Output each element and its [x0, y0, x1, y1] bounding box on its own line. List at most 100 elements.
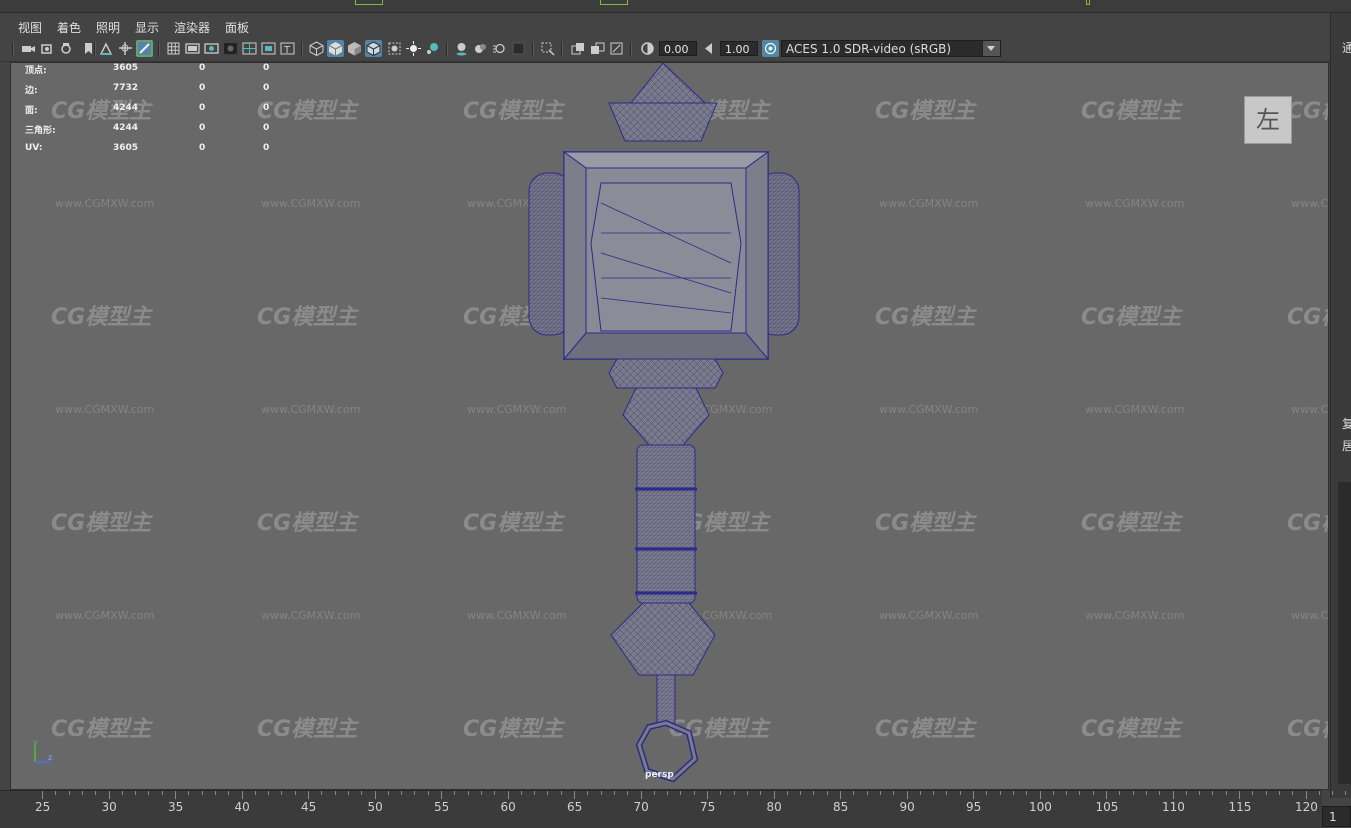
- toolbar-separator: [561, 42, 563, 56]
- hud-label: 面:: [25, 106, 38, 116]
- hud-value-total: 3605: [113, 143, 139, 153]
- film-gate-icon[interactable]: [184, 40, 201, 57]
- hud-label: 边:: [25, 86, 38, 96]
- color-management-icon[interactable]: [762, 40, 779, 57]
- gamma-field[interactable]: 1.00: [720, 41, 758, 56]
- timeline-tick-mark: [786, 791, 788, 795]
- safe-action-icon[interactable]: [260, 40, 277, 57]
- menu-shading[interactable]: 着色: [57, 19, 81, 36]
- timeline-tick-mark: [334, 791, 336, 795]
- timeline-tick-label: 75: [700, 800, 716, 814]
- timeline-tick-mark: [1052, 791, 1054, 795]
- menu-lighting[interactable]: 照明: [96, 19, 120, 36]
- timeline-tick-mark: [1239, 791, 1240, 799]
- timeline-tick-label: 100: [1029, 800, 1052, 814]
- timeline-tick-label: 40: [234, 800, 250, 814]
- xray-joints-icon[interactable]: [570, 40, 587, 57]
- timeline-tick-label: 115: [1228, 800, 1252, 814]
- current-frame-field[interactable]: 1: [1322, 806, 1351, 827]
- camera-select-icon[interactable]: [20, 40, 37, 57]
- svg-text:T: T: [283, 45, 291, 56]
- backface-culling-icon[interactable]: [608, 40, 625, 57]
- hud-value-triangles: 0: [263, 83, 270, 93]
- wireframe-icon[interactable]: [308, 40, 325, 57]
- wireframe-on-shaded-icon[interactable]: [365, 40, 382, 57]
- menu-panels[interactable]: 面板: [225, 19, 249, 36]
- 2d-pan-icon[interactable]: [117, 40, 134, 57]
- default-material-icon[interactable]: [346, 40, 363, 57]
- panel-char: 居: [1342, 439, 1351, 453]
- timeline-tick-mark: [148, 791, 150, 795]
- timeline-tick-label: 85: [833, 800, 849, 814]
- timeline-tick-mark: [361, 791, 363, 795]
- color-space-select[interactable]: ACES 1.0 SDR-video (sRGB): [781, 40, 1001, 57]
- safe-title-icon[interactable]: T: [279, 40, 296, 57]
- timeline-tick-mark: [1092, 791, 1094, 795]
- toolbar-separator: [94, 42, 96, 56]
- timeline-tick-label: 110: [1162, 800, 1185, 814]
- gamma-icon[interactable]: [701, 40, 718, 57]
- toolbar-separator: [532, 42, 534, 56]
- timeline-tick-mark: [1026, 791, 1028, 795]
- timeline-tick-mark: [108, 791, 110, 799]
- panel-char: 复: [1342, 417, 1351, 431]
- grid-icon[interactable]: [165, 40, 182, 57]
- timeline-tick-mark: [853, 791, 855, 795]
- time-slider[interactable]: 25 30 35 40 45 50 55 60 65 70 75 80 85 90 95 100 105 110 1…: [0, 790, 1347, 828]
- camera-attr-icon[interactable]: [39, 40, 56, 57]
- 2d-pan-icon[interactable]: [98, 40, 115, 57]
- range-marker: [355, 0, 383, 5]
- timeline-tick-mark: [1159, 791, 1161, 795]
- anti-alias-icon[interactable]: [510, 40, 527, 57]
- exposure-icon[interactable]: [639, 40, 656, 57]
- 3d-viewport[interactable]: CG模型主 www.CGMXW.com CG模型主 www.CGMXW.com CG模型…: [10, 62, 1329, 790]
- timeline-tick-label: 30: [101, 800, 117, 814]
- toolbar-separator: [446, 42, 448, 56]
- resolution-gate-icon[interactable]: [203, 40, 220, 57]
- timeline-tick-label: 35: [168, 800, 184, 814]
- timeline-tick-mark: [1292, 791, 1294, 795]
- timeline-tick-mark: [800, 791, 802, 795]
- timeline-tick-mark: [746, 791, 748, 795]
- timeline-tick-mark: [321, 791, 323, 795]
- grease-pencil-icon[interactable]: [136, 40, 153, 57]
- hud-value-selected: 0: [199, 103, 206, 113]
- xray-icon[interactable]: [386, 40, 403, 57]
- shadows-icon[interactable]: [453, 40, 470, 57]
- smooth-shade-icon[interactable]: [327, 40, 344, 57]
- view-cube[interactable]: 左: [1244, 96, 1292, 144]
- timeline-tick-mark: [1265, 791, 1267, 795]
- chevron-down-icon[interactable]: [982, 41, 1000, 56]
- bookmark-icon[interactable]: [58, 40, 75, 57]
- timeline-tick-mark: [1345, 791, 1347, 795]
- hud-label: 三角形:: [25, 126, 56, 136]
- timeline-tick-mark: [441, 791, 442, 799]
- exposure-field[interactable]: 0.00: [659, 41, 697, 56]
- isolate-select-icon[interactable]: [539, 40, 556, 57]
- menu-view[interactable]: 视图: [18, 19, 42, 36]
- mace-mesh[interactable]: [11, 63, 1328, 789]
- timeline-tick-mark: [547, 791, 549, 795]
- hud-value-selected: 0: [199, 123, 206, 133]
- xray-active-icon[interactable]: [589, 40, 606, 57]
- timeline-tick-mark: [627, 791, 629, 795]
- screen-ao-icon[interactable]: [472, 40, 489, 57]
- use-lights-icon[interactable]: [424, 40, 441, 57]
- hud-row: 顶点: 3605 0 0: [25, 63, 295, 83]
- hud-value-triangles: 0: [263, 63, 270, 73]
- timeline-tick-mark: [507, 791, 509, 799]
- timeline-tick-mark: [893, 791, 895, 795]
- timeline-tick-mark: [1185, 791, 1187, 795]
- hud-value-selected: 0: [199, 63, 206, 73]
- hud-value-total: 4244: [113, 103, 139, 113]
- panel-scrollbar[interactable]: [1338, 482, 1351, 784]
- timeline-tick-mark: [1066, 791, 1068, 795]
- menu-renderer[interactable]: 渲染器: [174, 19, 210, 36]
- field-chart-icon[interactable]: [241, 40, 258, 57]
- textured-icon[interactable]: [405, 40, 422, 57]
- hud-row: UV: 3605 0 0: [25, 143, 295, 163]
- timeline-tick-mark: [707, 791, 708, 799]
- menu-show[interactable]: 显示: [135, 19, 159, 36]
- motion-blur-icon[interactable]: [491, 40, 508, 57]
- gate-mask-icon[interactable]: [222, 40, 239, 57]
